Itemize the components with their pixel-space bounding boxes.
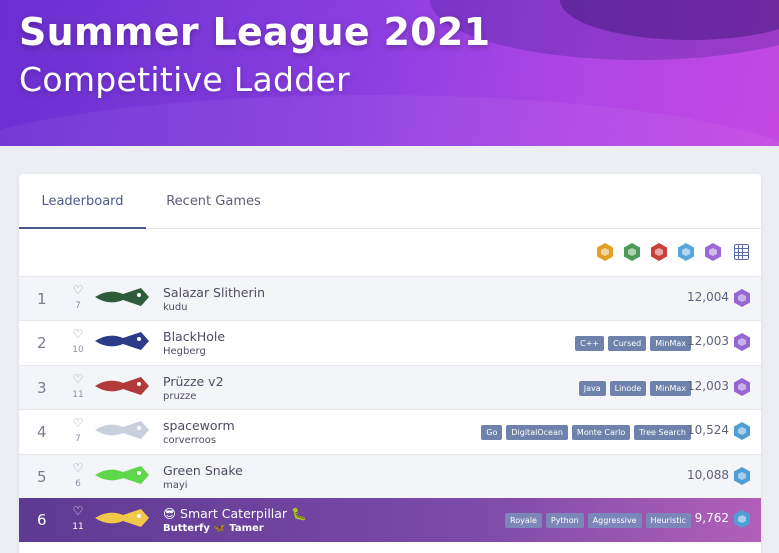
score: 10,524 — [687, 423, 729, 437]
hero-banner: Summer League 2021 Competitive Ladder — [0, 0, 779, 146]
like-count: 7 — [75, 434, 81, 444]
snake-name[interactable]: BlackHole — [163, 329, 225, 344]
like-count: 10 — [72, 345, 84, 355]
tier-filter-bar — [19, 229, 761, 276]
snake-name[interactable]: Prüzze v2 — [163, 374, 224, 389]
blue-tier-icon — [734, 467, 750, 485]
table-row[interactable]: 2 ♡ 10 BlackHole Hegberg C++ Cursed MinMax… — [19, 320, 761, 364]
language-tag[interactable]: Monte Carlo — [571, 425, 631, 440]
language-tag[interactable]: C++ — [575, 336, 605, 351]
rank-number: 6 — [37, 511, 47, 529]
score: 9,762 — [694, 511, 729, 525]
language-tag[interactable]: Linode — [609, 381, 647, 396]
language-tag[interactable]: Go — [481, 425, 503, 440]
rank-number: 3 — [37, 379, 47, 397]
language-tag[interactable]: Tree Search — [634, 425, 691, 440]
table-row[interactable]: 6 ♡ 11 😎 Smart Caterpillar 🐛 Butterfy 🦋 … — [19, 498, 761, 542]
author-name[interactable]: Hegberg — [163, 346, 206, 357]
snake-name[interactable]: Salazar Slitherin — [163, 285, 265, 300]
rank-number: 1 — [37, 290, 47, 308]
purple-tier-icon — [734, 289, 750, 307]
language-tag[interactable]: Python — [545, 513, 584, 528]
tag-list: Royale Python Aggressive Heuristic — [505, 513, 691, 528]
hero-wave — [0, 95, 779, 146]
author-name[interactable]: pruzze — [163, 391, 196, 402]
heart-icon[interactable]: ♡ — [71, 417, 85, 429]
snake-avatar — [95, 375, 149, 397]
like-count: 11 — [72, 522, 84, 532]
language-tag[interactable]: Java — [578, 381, 606, 396]
score: 12,003 — [687, 334, 729, 348]
gold-tier-icon[interactable] — [597, 243, 613, 261]
heart-icon[interactable]: ♡ — [71, 505, 85, 517]
blue-tier-icon — [734, 422, 750, 440]
grid-view-icon[interactable] — [734, 244, 749, 260]
like-count: 6 — [75, 479, 81, 489]
table-row[interactable]: 5 ♡ 6 Green Snake mayi 10,088 — [19, 454, 761, 498]
snake-avatar — [95, 464, 149, 486]
purple-tier-icon — [734, 333, 750, 351]
tab-bar: Leaderboard Recent Games — [19, 174, 761, 229]
snake-avatar — [95, 286, 149, 308]
rank-number: 5 — [37, 468, 47, 486]
author-name[interactable]: corverroos — [163, 435, 216, 446]
snake-name[interactable]: spaceworm — [163, 418, 235, 433]
author-name[interactable]: mayi — [163, 480, 188, 491]
tag-list: C++ Cursed MinMax — [575, 336, 691, 351]
author-name[interactable]: kudu — [163, 302, 188, 313]
snake-name[interactable]: Green Snake — [163, 463, 243, 478]
heart-icon[interactable]: ♡ — [71, 373, 85, 385]
author-name[interactable]: Butterfy 🦋 Tamer — [163, 523, 264, 534]
snake-avatar — [95, 330, 149, 352]
page-subtitle: Competitive Ladder — [19, 60, 350, 99]
language-tag[interactable]: Royale — [505, 513, 542, 528]
tag-list: Java Linode MinMax — [578, 381, 691, 396]
tab-leaderboard[interactable]: Leaderboard — [19, 174, 146, 229]
snake-avatar — [95, 419, 149, 441]
red-tier-icon[interactable] — [651, 243, 667, 261]
score: 12,003 — [687, 379, 729, 393]
green-tier-icon[interactable] — [624, 243, 640, 261]
heart-icon[interactable]: ♡ — [71, 284, 85, 296]
like-count: 11 — [72, 390, 84, 400]
language-tag[interactable]: Aggressive — [587, 513, 642, 528]
table-row[interactable]: 3 ♡ 11 Prüzze v2 pruzze Java Linode MinMax… — [19, 365, 761, 409]
language-tag[interactable]: Heuristic — [645, 513, 691, 528]
language-tag[interactable]: MinMax — [650, 336, 691, 351]
blue-tier-icon — [734, 510, 750, 528]
snake-name[interactable]: 😎 Smart Caterpillar 🐛 — [163, 506, 307, 522]
table-row[interactable]: 4 ♡ 7 spaceworm corverroos Go DigitalOcea… — [19, 409, 761, 453]
table-row[interactable]: 1 ♡ 7 Salazar Slitherin kudu 12,004 — [19, 276, 761, 320]
like-count: 7 — [75, 301, 81, 311]
tab-recent-games[interactable]: Recent Games — [146, 174, 281, 229]
heart-icon[interactable]: ♡ — [71, 462, 85, 474]
heart-icon[interactable]: ♡ — [71, 328, 85, 340]
language-tag[interactable]: DigitalOcean — [506, 425, 568, 440]
score: 10,088 — [687, 468, 729, 482]
purple-tier-icon — [734, 378, 750, 396]
leaderboard-card: Leaderboard Recent Games 1 ♡ 7 Salazar S… — [19, 174, 761, 553]
score: 12,004 — [687, 290, 729, 304]
page-title: Summer League 2021 — [19, 10, 491, 54]
blue-tier-icon[interactable] — [678, 243, 694, 261]
purple-tier-icon[interactable] — [705, 243, 721, 261]
snake-avatar — [95, 507, 149, 529]
language-tag[interactable]: MinMax — [650, 381, 691, 396]
language-tag[interactable]: Cursed — [608, 336, 647, 351]
rank-number: 2 — [37, 334, 47, 352]
tag-list: Go DigitalOcean Monte Carlo Tree Search — [481, 425, 691, 440]
rank-number: 4 — [37, 423, 47, 441]
